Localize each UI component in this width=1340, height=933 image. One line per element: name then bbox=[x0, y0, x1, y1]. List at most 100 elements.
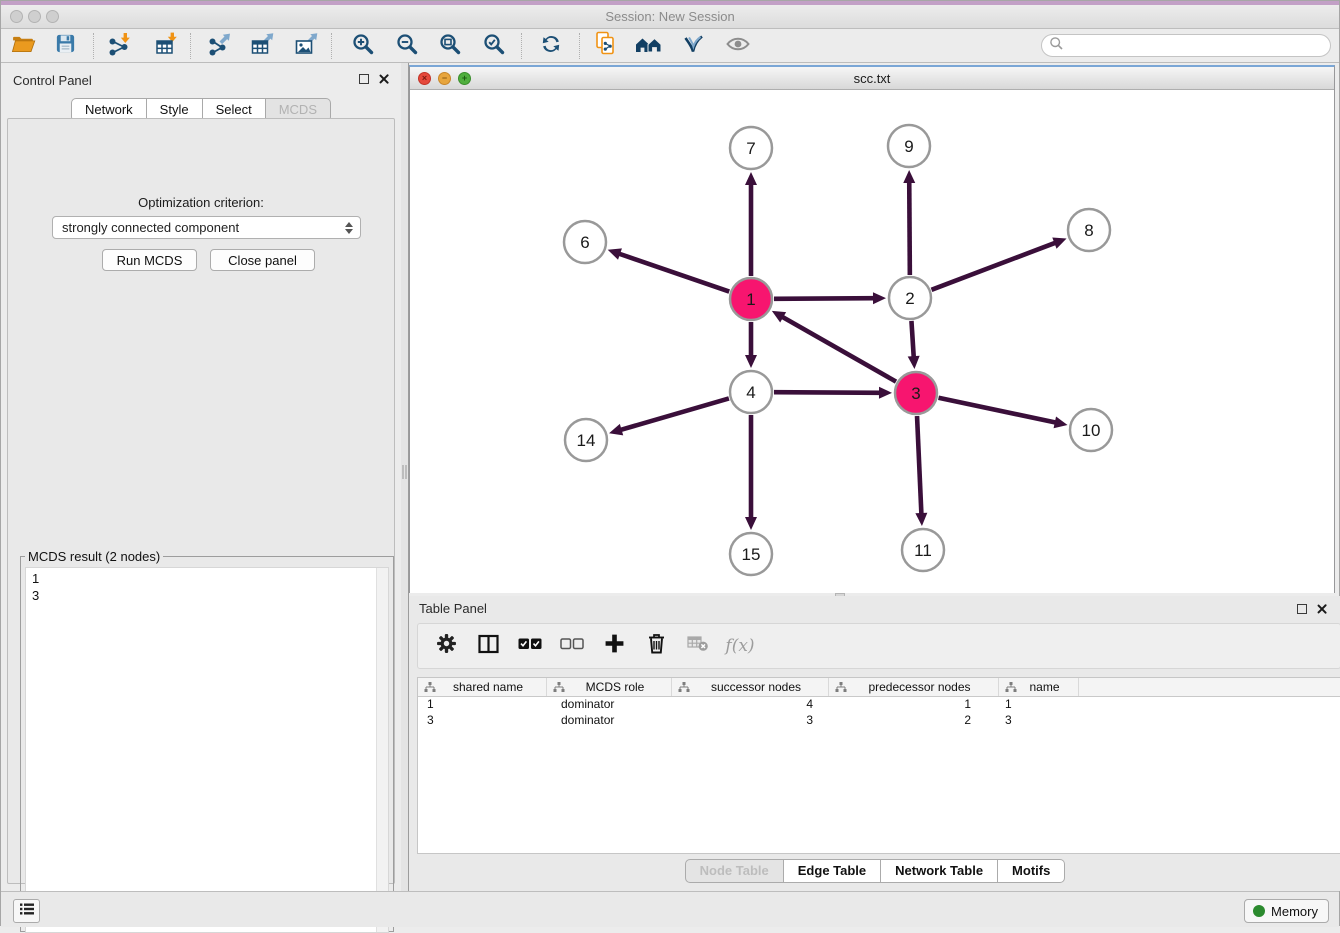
edge-2-8[interactable] bbox=[932, 238, 1067, 290]
edge-3-11[interactable] bbox=[915, 416, 927, 526]
node-14[interactable]: 14 bbox=[565, 419, 607, 461]
clone-network-icon bbox=[594, 31, 619, 61]
edge-3-10[interactable] bbox=[939, 398, 1068, 428]
clone-network-button[interactable] bbox=[589, 31, 623, 61]
vertical-splitter[interactable] bbox=[401, 63, 409, 891]
zoom-out-button[interactable] bbox=[390, 31, 424, 61]
edge-1-2[interactable] bbox=[774, 292, 886, 304]
node-4[interactable]: 4 bbox=[730, 371, 772, 413]
search-box[interactable] bbox=[1041, 34, 1331, 57]
node-1[interactable]: 1 bbox=[730, 278, 772, 320]
float-table-panel-icon[interactable] bbox=[1297, 604, 1307, 614]
create-column-button[interactable] bbox=[600, 633, 628, 659]
table-row[interactable]: 1dominator411 bbox=[418, 697, 1340, 713]
node-2[interactable]: 2 bbox=[889, 277, 931, 319]
table-cell: 3 bbox=[418, 713, 547, 729]
result-scrollbar[interactable] bbox=[376, 568, 388, 932]
search-icon bbox=[1049, 36, 1064, 56]
edge-4-3[interactable] bbox=[774, 387, 892, 399]
export-image-button[interactable] bbox=[289, 31, 323, 61]
hide-details-button[interactable] bbox=[721, 31, 755, 61]
node-7[interactable]: 7 bbox=[730, 127, 772, 169]
open-folder-icon bbox=[11, 33, 36, 60]
column-header-label: predecessor nodes bbox=[847, 680, 998, 694]
zoom-in-button[interactable] bbox=[346, 31, 380, 61]
toolbar-separator bbox=[190, 33, 191, 59]
node-6[interactable]: 6 bbox=[564, 221, 606, 263]
column-header-name[interactable]: name bbox=[999, 678, 1079, 696]
criterion-dropdown[interactable]: strongly connected component bbox=[52, 216, 361, 239]
edge-1-6[interactable] bbox=[608, 248, 730, 291]
save-session-button[interactable] bbox=[48, 31, 82, 61]
search-input[interactable] bbox=[1064, 39, 1330, 53]
mcds-result-box[interactable]: 13 bbox=[25, 567, 389, 933]
status-bar: Memory bbox=[1, 891, 1339, 927]
node-15[interactable]: 15 bbox=[730, 533, 772, 575]
task-history-button[interactable] bbox=[13, 899, 40, 923]
zoom-fit-icon bbox=[438, 32, 462, 61]
edge-4-15[interactable] bbox=[745, 415, 757, 530]
import-network-button[interactable] bbox=[102, 31, 136, 61]
zoom-fit-button[interactable] bbox=[433, 31, 467, 61]
tab-edge-table[interactable]: Edge Table bbox=[784, 859, 881, 883]
svg-text:14: 14 bbox=[577, 431, 596, 450]
column-header-label: MCDS role bbox=[565, 680, 671, 694]
toggle-styles-button[interactable] bbox=[676, 31, 710, 61]
network-titlebar[interactable]: scc.txt bbox=[410, 67, 1334, 90]
result-line: 1 bbox=[32, 570, 388, 587]
node-8[interactable]: 8 bbox=[1068, 209, 1110, 251]
network-canvas[interactable]: 7 9 6 8 1 2 4 3 14 10 15 11 bbox=[410, 90, 1334, 593]
close-table-panel-icon[interactable] bbox=[1316, 603, 1327, 614]
edge-1-7[interactable] bbox=[745, 172, 757, 276]
node-table[interactable]: shared name MCDS rolesuccessor nodes prede… bbox=[417, 677, 1340, 854]
column-header-successor-nodes[interactable]: successor nodes bbox=[672, 678, 829, 696]
column-type-icon bbox=[553, 682, 565, 693]
delete-table-button[interactable] bbox=[684, 635, 712, 657]
table-cell: 1 bbox=[999, 697, 1079, 713]
table-body: 1dominator4113dominator323 bbox=[418, 697, 1340, 729]
open-session-button[interactable] bbox=[6, 31, 40, 61]
float-panel-icon[interactable] bbox=[359, 74, 369, 84]
node-9[interactable]: 9 bbox=[888, 125, 930, 167]
tab-node-table[interactable]: Node Table bbox=[685, 859, 784, 883]
edge-2-9[interactable] bbox=[903, 170, 915, 275]
tab-motifs[interactable]: Motifs bbox=[998, 859, 1065, 883]
column-header-shared-name[interactable]: shared name bbox=[418, 678, 547, 696]
edge-1-4[interactable] bbox=[745, 322, 757, 368]
column-type-icon bbox=[1005, 682, 1017, 693]
table-cell: 3 bbox=[999, 713, 1079, 729]
deselect-all-button[interactable] bbox=[558, 637, 586, 655]
node-11[interactable]: 11 bbox=[902, 529, 944, 571]
function-builder-button[interactable]: f(x) bbox=[726, 636, 754, 656]
export-network-icon bbox=[207, 32, 232, 61]
show-home-networks-button[interactable] bbox=[632, 31, 666, 61]
delete-column-button[interactable] bbox=[642, 633, 670, 659]
node-3[interactable]: 3 bbox=[895, 372, 937, 414]
table-row[interactable]: 3dominator323 bbox=[418, 713, 1340, 729]
show-column-panel-button[interactable] bbox=[474, 634, 502, 659]
table-settings-button[interactable] bbox=[432, 633, 460, 659]
node-10[interactable]: 10 bbox=[1070, 409, 1112, 451]
run-mcds-button[interactable]: Run MCDS bbox=[102, 249, 197, 271]
apply-layout-button[interactable] bbox=[534, 31, 568, 61]
column-header-mcds-role[interactable]: MCDS role bbox=[547, 678, 672, 696]
memory-button[interactable]: Memory bbox=[1244, 899, 1329, 923]
svg-text:9: 9 bbox=[904, 137, 913, 156]
window-accent-strip bbox=[1, 1, 1339, 5]
column-header-predecessor-nodes[interactable]: predecessor nodes bbox=[829, 678, 999, 696]
import-table-button[interactable] bbox=[149, 31, 183, 61]
zoom-selected-button[interactable] bbox=[477, 31, 511, 61]
select-all-button[interactable] bbox=[516, 637, 544, 655]
column-type-icon bbox=[835, 682, 847, 693]
export-network-button[interactable] bbox=[202, 31, 236, 61]
zoom-selected-icon bbox=[482, 32, 506, 61]
export-table-button[interactable] bbox=[245, 31, 279, 61]
edge-4-14[interactable] bbox=[609, 398, 729, 435]
close-panel-icon[interactable] bbox=[378, 73, 389, 84]
mcds-result-title: MCDS result (2 nodes) bbox=[25, 549, 163, 564]
edge-2-3[interactable] bbox=[908, 321, 920, 369]
edge-3-1[interactable] bbox=[772, 311, 896, 382]
export-image-icon bbox=[294, 32, 319, 61]
tab-network-table[interactable]: Network Table bbox=[881, 859, 998, 883]
close-panel-button[interactable]: Close panel bbox=[210, 249, 315, 271]
